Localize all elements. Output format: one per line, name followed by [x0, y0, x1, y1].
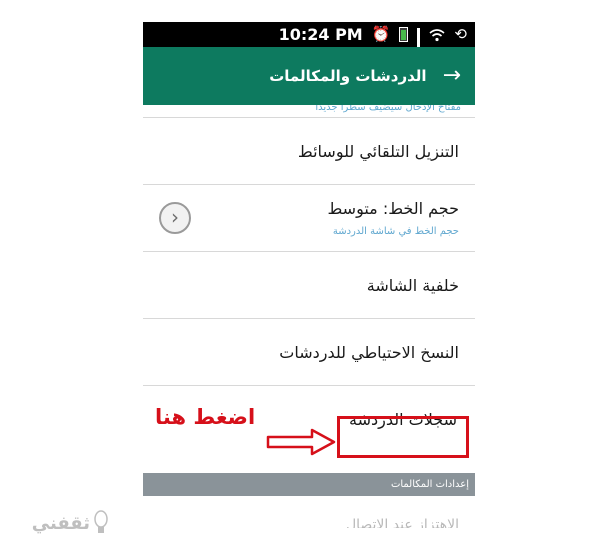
setting-media-auto-download[interactable]: التنزيل التلقائي للوسائط [143, 118, 475, 185]
watermark: ثقفني [8, 503, 108, 543]
annotation-label: اضغط هنا [155, 405, 256, 429]
setting-label: التنزيل التلقائي للوسائط [297, 141, 459, 161]
wifi-icon [429, 28, 445, 41]
lightbulb-icon [94, 510, 108, 533]
page-title: الدردشات والمكالمات [269, 67, 427, 85]
setting-font-size[interactable]: حجم الخط: متوسط حجم الخط في شاشة الدردشة… [143, 185, 475, 252]
status-time: 10:24 PM [278, 25, 363, 44]
enter-key-subtitle: مفتاح الإدخال سيضيف سطرا جديدا [143, 105, 475, 118]
setting-label: النسخ الاحتياطي للدردشات [279, 342, 459, 362]
setting-chat-backup[interactable]: النسخ الاحتياطي للدردشات [143, 319, 475, 386]
highlight-box [337, 416, 469, 458]
status-bar: 10:24 PM ⏰ ⟲ [143, 22, 475, 62]
watermark-text: ثقفني [31, 512, 90, 534]
alarm-icon: ⏰ [371, 25, 391, 43]
signal-icon [417, 28, 421, 62]
arrow-right-icon[interactable]: → [443, 65, 461, 87]
setting-subtitle: حجم الخط في شاشة الدردشة [332, 226, 459, 237]
app-bar: → الدردشات والمكالمات [143, 47, 475, 105]
chevron-icon[interactable]: › [159, 202, 191, 234]
settings-list: مفتاح الإدخال سيضيف سطرا جديدا التنزيل ا… [143, 105, 475, 453]
battery-icon [399, 27, 409, 42]
setting-label: خلفية الشاشة [366, 275, 459, 295]
sync-icon: ⟲ [454, 25, 467, 43]
arrow-right-annotation-icon [266, 428, 336, 456]
setting-partial-item[interactable]: الاهتزاز عند الاتصال [143, 508, 475, 528]
section-header-calls: إعدادات المكالمات [143, 473, 475, 496]
setting-wallpaper[interactable]: خلفية الشاشة [143, 252, 475, 319]
